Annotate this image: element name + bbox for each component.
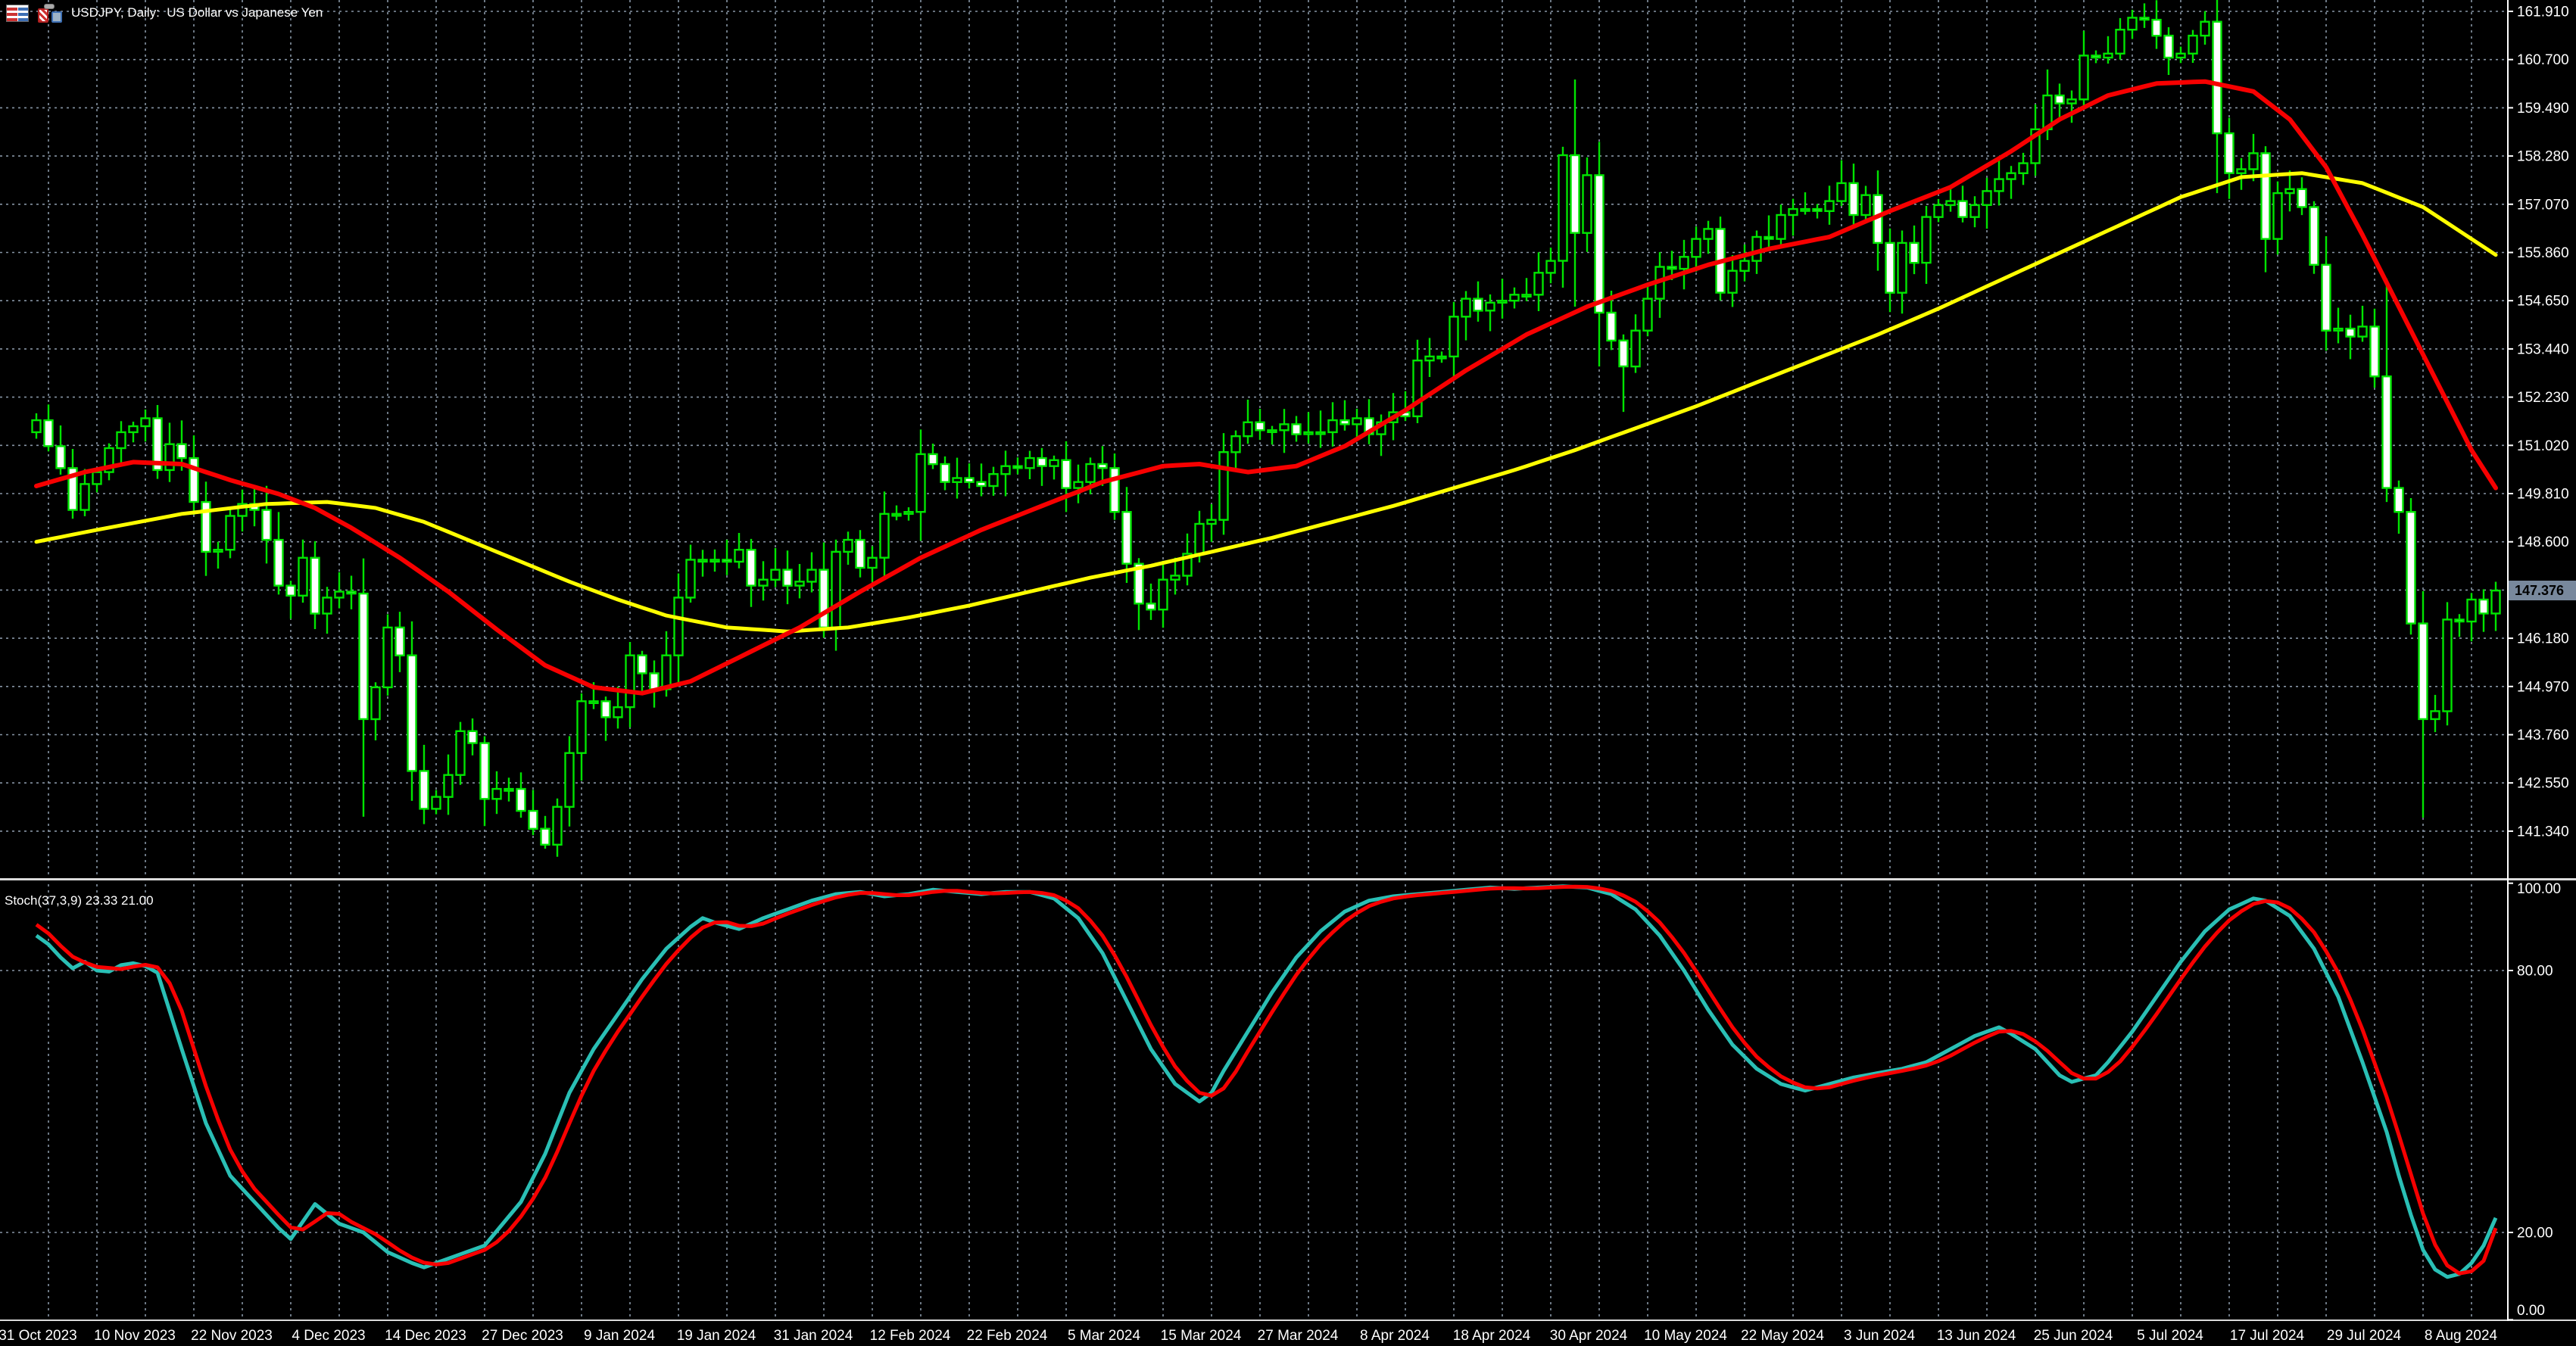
svg-text:15 Mar 2024: 15 Mar 2024 bbox=[1161, 1328, 1242, 1344]
svg-text:157.070: 157.070 bbox=[2517, 197, 2569, 213]
svg-text:158.280: 158.280 bbox=[2517, 149, 2569, 165]
svg-text:0.00: 0.00 bbox=[2517, 1303, 2545, 1319]
stoch-indicator-label: Stoch(37,3,9) 23.33 21.00 bbox=[5, 893, 154, 908]
chart-bars-icon bbox=[38, 3, 62, 23]
svg-text:22 Feb 2024: 22 Feb 2024 bbox=[967, 1328, 1048, 1344]
svg-text:10 Nov 2023: 10 Nov 2023 bbox=[94, 1328, 176, 1344]
svg-text:13 Jun 2024: 13 Jun 2024 bbox=[1937, 1328, 2016, 1344]
chart-list-icon bbox=[6, 4, 29, 22]
mt4-chart-window: 161.910 160.700 159.490 158.280 157.070 155.8… bbox=[0, 0, 2576, 1346]
svg-text:25 Jun 2024: 25 Jun 2024 bbox=[2034, 1328, 2113, 1344]
svg-text:148.600: 148.600 bbox=[2517, 534, 2569, 550]
svg-text:100.00: 100.00 bbox=[2517, 881, 2561, 897]
svg-text:19 Jan 2024: 19 Jan 2024 bbox=[677, 1328, 756, 1344]
svg-text:22 Nov 2023: 22 Nov 2023 bbox=[191, 1328, 273, 1344]
svg-text:27 Dec 2023: 27 Dec 2023 bbox=[482, 1328, 563, 1344]
svg-text:27 Mar 2024: 27 Mar 2024 bbox=[1258, 1328, 1339, 1344]
chart-title: USDJPY, Daily: US Dollar vs Japanese Yen bbox=[71, 5, 323, 20]
svg-text:154.650: 154.650 bbox=[2517, 294, 2569, 310]
svg-text:10 May 2024: 10 May 2024 bbox=[1644, 1328, 1727, 1344]
svg-text:160.700: 160.700 bbox=[2517, 52, 2569, 68]
svg-text:151.020: 151.020 bbox=[2517, 438, 2569, 454]
svg-text:8 Apr 2024: 8 Apr 2024 bbox=[1360, 1328, 1430, 1344]
svg-text:144.970: 144.970 bbox=[2517, 679, 2569, 695]
svg-text:159.490: 159.490 bbox=[2517, 101, 2569, 117]
svg-text:31 Jan 2024: 31 Jan 2024 bbox=[774, 1328, 853, 1344]
svg-text:161.910: 161.910 bbox=[2517, 5, 2569, 20]
svg-text:18 Apr 2024: 18 Apr 2024 bbox=[1453, 1328, 1531, 1344]
svg-text:17 Jul 2024: 17 Jul 2024 bbox=[2230, 1328, 2305, 1344]
svg-text:141.340: 141.340 bbox=[2517, 824, 2569, 840]
svg-text:143.760: 143.760 bbox=[2517, 728, 2569, 743]
svg-text:155.860: 155.860 bbox=[2517, 245, 2569, 261]
svg-text:22 May 2024: 22 May 2024 bbox=[1741, 1328, 1824, 1344]
svg-text:3 Jun 2024: 3 Jun 2024 bbox=[1844, 1328, 1915, 1344]
svg-text:14 Dec 2023: 14 Dec 2023 bbox=[385, 1328, 466, 1344]
svg-text:8 Aug 2024: 8 Aug 2024 bbox=[2425, 1328, 2498, 1344]
svg-text:31 Oct 2023: 31 Oct 2023 bbox=[0, 1328, 77, 1344]
svg-text:4 Dec 2023: 4 Dec 2023 bbox=[292, 1328, 365, 1344]
svg-text:20.00: 20.00 bbox=[2517, 1226, 2553, 1242]
svg-text:153.440: 153.440 bbox=[2517, 341, 2569, 357]
svg-text:80.00: 80.00 bbox=[2517, 964, 2553, 980]
svg-text:5 Mar 2024: 5 Mar 2024 bbox=[1068, 1328, 1141, 1344]
svg-text:142.550: 142.550 bbox=[2517, 776, 2569, 792]
svg-text:9 Jan 2024: 9 Jan 2024 bbox=[584, 1328, 655, 1344]
svg-text:12 Feb 2024: 12 Feb 2024 bbox=[870, 1328, 951, 1344]
chart-titlebar: USDJPY, Daily: US Dollar vs Japanese Yen bbox=[6, 3, 323, 23]
svg-text:149.810: 149.810 bbox=[2517, 487, 2569, 503]
svg-text:152.230: 152.230 bbox=[2517, 390, 2569, 406]
current-price-tag: 147.376 bbox=[2509, 581, 2576, 600]
svg-text:30 Apr 2024: 30 Apr 2024 bbox=[1550, 1328, 1628, 1344]
svg-text:29 Jul 2024: 29 Jul 2024 bbox=[2327, 1328, 2402, 1344]
svg-text:146.180: 146.180 bbox=[2517, 631, 2569, 647]
svg-text:5 Jul 2024: 5 Jul 2024 bbox=[2137, 1328, 2203, 1344]
